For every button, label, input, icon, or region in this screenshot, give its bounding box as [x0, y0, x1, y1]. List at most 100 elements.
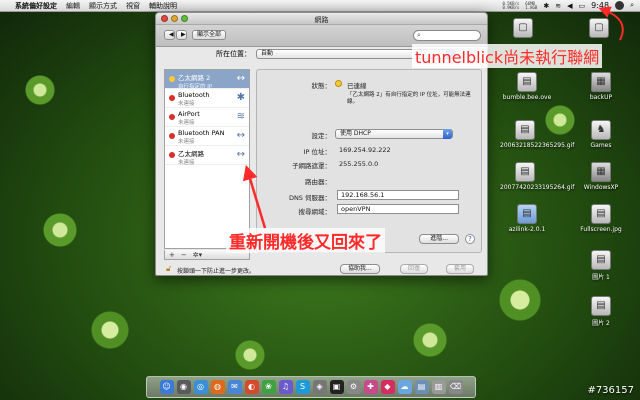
dock-terminal-icon[interactable]: ▣: [329, 380, 344, 394]
status-label: 狀態：: [311, 82, 332, 90]
add-service-button[interactable]: +: [169, 251, 175, 259]
help-button[interactable]: ?: [465, 234, 475, 244]
action-menu-button[interactable]: ✲▾: [193, 251, 202, 259]
title-bar[interactable]: 網路: [156, 13, 487, 25]
desktop-icon[interactable]: ▤ bumble.bee.ove: [502, 72, 552, 101]
dock-trash-icon[interactable]: ⌫: [448, 380, 463, 394]
desktop-icon[interactable]: ▤ 圖片 2: [576, 296, 626, 327]
dock-dashboard-icon[interactable]: ◉: [176, 380, 191, 394]
advanced-button[interactable]: 進階...: [419, 234, 459, 244]
dock-app-icon[interactable]: ✚: [363, 380, 378, 394]
remove-service-button[interactable]: −: [181, 251, 187, 259]
configure-value: 使用 DHCP: [340, 130, 371, 137]
desktop-icon[interactable]: ▤ 20063218522365295.gif: [500, 120, 574, 149]
revert-button[interactable]: 回復: [400, 264, 429, 274]
dock-itunes-icon[interactable]: ♫: [278, 380, 293, 394]
show-all-button[interactable]: 顯示全部: [192, 30, 227, 40]
lock-hint-text: 按鎖頭一下防止進一步更改。: [177, 268, 256, 275]
battery-menu-icon[interactable]: ▭: [578, 2, 585, 10]
desktop-icon[interactable]: ▤ 圖片 1: [576, 250, 626, 281]
search-input[interactable]: ⌕: [413, 30, 481, 41]
tunnelblick-menu-icon[interactable]: [615, 1, 625, 10]
desktop-icon[interactable]: ▢: [574, 18, 624, 40]
net-down-rate: 0.9KB/s: [502, 4, 520, 10]
menu-clock[interactable]: 9:48: [591, 1, 609, 10]
status-description-cont: 線。: [347, 99, 359, 105]
menu-help[interactable]: 輔助說明: [149, 1, 177, 11]
service-item-bluetooth[interactable]: Bluetooth 未連接 ✱: [165, 89, 249, 108]
menu-view[interactable]: 顯示方式: [89, 1, 117, 11]
status-dot-red-icon: [169, 133, 175, 139]
desktop-icon[interactable]: ▦ backUP: [576, 72, 626, 101]
back-button[interactable]: ◀: [164, 30, 175, 40]
dock-skype-icon[interactable]: S: [295, 380, 310, 394]
dock: ☺ ◉ ◎ ◍ ✉ ◐ ❀ ♫ S ◈ ▣ ⚙ ✚ ◆ ☁ ▤ ▥ ⌫: [146, 376, 476, 398]
desktop-icon-label: bumble.bee.ove: [502, 94, 552, 101]
dock-safari-icon[interactable]: ◎: [193, 380, 208, 394]
dock-app-icon[interactable]: ◈: [312, 380, 327, 394]
configure-select[interactable]: 使用 DHCP ▾: [335, 129, 453, 139]
memory-monitor[interactable]: 66MB 1.8GB: [525, 1, 537, 10]
desktop-icon-label: 圖片 2: [592, 320, 610, 327]
wifi-icon: ≋: [236, 111, 245, 122]
volume-menu-icon[interactable]: ◀: [567, 2, 572, 10]
dock-mail-icon[interactable]: ✉: [227, 380, 242, 394]
desktop-icon[interactable]: ▢: [498, 18, 548, 40]
menu-extras: 0.5KB/s 0.9KB/s 66MB 1.8GB ✱ ≋ ◀ ▭ 9:48 …: [502, 1, 640, 10]
desktop-icon[interactable]: ▤ azilink-2.0.1: [502, 204, 552, 233]
dock-downloads-folder-icon[interactable]: ▥: [431, 380, 446, 394]
window-footer: 🔓︎ 按鎖頭一下防止進一步更改。 協助我... 回復 套用: [164, 264, 484, 275]
subnet-mask-label: 子網路遮罩：: [292, 162, 331, 170]
status-dot-yellow-icon: [335, 80, 342, 87]
spotlight-icon[interactable]: ⌕: [630, 1, 634, 10]
dns-server-field[interactable]: 192.168.56.1: [337, 190, 459, 200]
service-item-airport[interactable]: AirPort 未連接 ≋: [165, 108, 249, 127]
status-dot-red-icon: [169, 152, 175, 158]
apply-button[interactable]: 套用: [446, 264, 475, 274]
dock-app-icon[interactable]: ☁: [397, 380, 412, 394]
dock-documents-folder-icon[interactable]: ▤: [414, 380, 429, 394]
menu-window[interactable]: 視窗: [126, 1, 140, 11]
drive-icon: ▦: [591, 162, 611, 182]
wifi-menu-icon[interactable]: ≋: [555, 2, 561, 10]
menu-edit[interactable]: 編輯: [66, 1, 80, 11]
image-file-icon: ▤: [517, 72, 537, 92]
assist-me-button[interactable]: 協助我...: [340, 264, 380, 274]
dock-app-icon[interactable]: ❀: [261, 380, 276, 394]
ip-address-value: 169.254.92.222: [339, 146, 391, 154]
desktop-icon[interactable]: ♞ Games: [576, 120, 626, 149]
desktop-icon-label: WindowsXP: [583, 184, 619, 191]
dock-system-preferences-icon[interactable]: ⚙: [346, 380, 361, 394]
service-item-ethernet[interactable]: 乙太網路 未連接 ↔: [165, 146, 249, 166]
image-file-icon: ▤: [591, 204, 611, 224]
bluetooth-menu-icon[interactable]: ✱: [543, 2, 549, 10]
service-item-ethernet-2[interactable]: 乙太網路 2 自行指定的 IP ↔: [165, 70, 249, 90]
network-speed-monitor[interactable]: 0.5KB/s 0.9KB/s: [502, 1, 520, 10]
desktop-icon[interactable]: ▦ WindowsXP: [576, 162, 626, 191]
lock-icon[interactable]: 🔓︎: [166, 264, 171, 274]
status-dot-yellow-icon: [169, 76, 175, 82]
dock-app-icon[interactable]: ◆: [380, 380, 395, 394]
forward-button[interactable]: ▶: [176, 30, 187, 40]
desktop-icon[interactable]: ▤ 20077420233195264.gif: [500, 162, 574, 191]
location-label: 所在位置：: [216, 50, 251, 58]
dns-server-label: DNS 伺服器：: [288, 194, 331, 202]
desktop-icon[interactable]: ▤ Fullscreen.jpg: [576, 204, 626, 233]
watermark: #736157: [587, 385, 634, 396]
desktop-icon-label: Games: [590, 142, 612, 149]
ethernet-icon: ↔: [236, 130, 245, 141]
window-title: 網路: [314, 16, 329, 24]
dock-firefox-icon[interactable]: ◍: [210, 380, 225, 394]
menu-app-name[interactable]: 系統偏好設定: [15, 1, 57, 11]
service-list: 乙太網路 2 自行指定的 IP ↔ Bluetooth 未連接 ✱ AirPor…: [164, 69, 250, 249]
ethernet-icon: ↔: [236, 149, 245, 160]
service-item-bluetooth-pan[interactable]: Bluetooth PAN 未連接 ↔: [165, 127, 249, 146]
configure-label: 設定：: [311, 132, 332, 140]
search-icon: ⌕: [417, 31, 421, 39]
desktop-icon-label: Fullscreen.jpg: [580, 226, 622, 233]
dock-finder-icon[interactable]: ☺: [159, 380, 174, 394]
menu-bar: 系統偏好設定 編輯 顯示方式 視窗 輔助說明 0.5KB/s 0.9KB/s 6…: [0, 0, 640, 12]
dock-chrome-icon[interactable]: ◐: [244, 380, 259, 394]
search-domains-field[interactable]: openVPN: [337, 204, 459, 214]
image-file-icon: ▤: [591, 250, 611, 270]
